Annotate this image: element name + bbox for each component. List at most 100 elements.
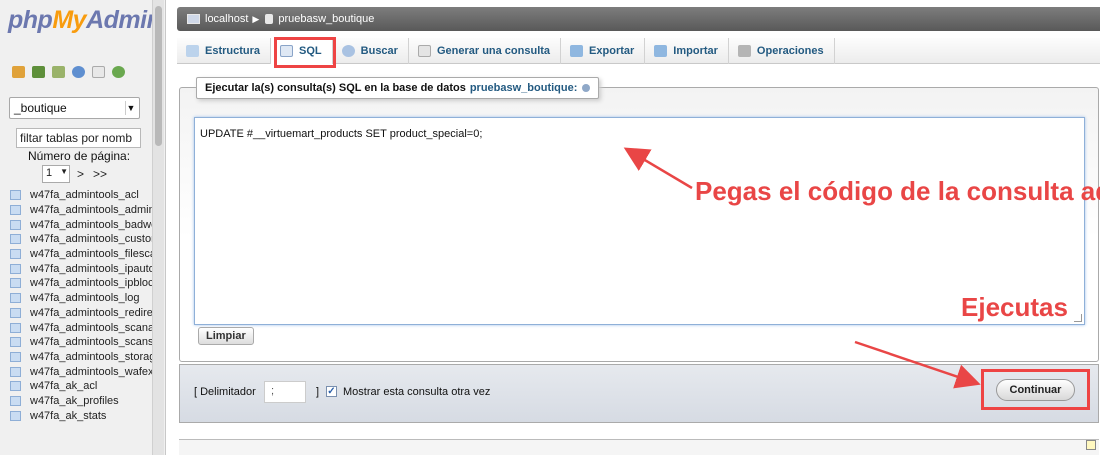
breadcrumb-separator-icon: ▶ (252, 13, 260, 24)
tab-bar: Estructura SQL Buscar Generar una consul… (177, 38, 1100, 64)
table-icon[interactable] (10, 263, 21, 274)
table-row[interactable]: w47fa_admintools_redire (10, 306, 152, 321)
table-icon[interactable] (10, 190, 21, 201)
table-row[interactable]: w47fa_admintools_ipauto (10, 261, 152, 276)
table-icon[interactable] (10, 234, 21, 245)
export-icon (570, 45, 584, 57)
table-name[interactable]: w47fa_admintools_badwo (30, 219, 152, 231)
structure-icon (186, 45, 199, 57)
tab-operations-label: Operaciones (756, 45, 824, 57)
table-icon[interactable] (10, 366, 21, 377)
table-name[interactable]: w47fa_admintools_custor (30, 233, 152, 245)
table-icon[interactable] (10, 322, 21, 333)
phpmyadmin-logo[interactable]: phpMyAdmin (8, 6, 162, 35)
nav-icon-bar (12, 66, 125, 78)
table-row[interactable]: w47fa_admintools_scans (10, 335, 152, 350)
tab-sql-label: SQL (299, 45, 322, 57)
clear-button[interactable]: Limpiar (198, 327, 254, 345)
page-number-label: Número de página: (28, 149, 131, 163)
sql-query-text: UPDATE #__virtuemart_products SET produc… (200, 128, 483, 140)
query-icon[interactable] (52, 66, 65, 78)
help-icon[interactable] (72, 66, 85, 78)
tab-structure[interactable]: Estructura (177, 38, 272, 64)
table-name[interactable]: w47fa_admintools_ipauto (30, 263, 152, 275)
scrollbar-thumb[interactable] (155, 6, 162, 146)
table-row[interactable]: w47fa_ak_profiles (10, 394, 152, 409)
table-filter-input[interactable]: filtar tablas por nomb (16, 128, 141, 148)
tab-operations[interactable]: Operaciones (729, 38, 835, 64)
database-select[interactable]: _boutique ▼ (9, 97, 140, 119)
table-name[interactable]: w47fa_admintools_acl (30, 189, 139, 201)
table-name[interactable]: w47fa_admintools_scans (30, 336, 152, 348)
table-row[interactable]: w47fa_admintools_custor (10, 232, 152, 247)
help-icon[interactable] (582, 84, 591, 92)
table-icon[interactable] (10, 395, 21, 406)
table-name[interactable]: w47fa_ak_stats (30, 410, 106, 422)
sql-icon (280, 45, 294, 57)
table-name[interactable]: w47fa_admintools_log (30, 292, 139, 304)
table-name[interactable]: w47fa_ak_acl (30, 380, 97, 392)
docs-icon[interactable] (92, 66, 105, 78)
table-name[interactable]: w47fa_admintools_storag (30, 351, 152, 363)
table-row[interactable]: w47fa_admintools_badwo (10, 217, 152, 232)
sidebar-scrollbar[interactable] (152, 0, 164, 455)
table-row[interactable]: w47fa_admintools_filesca (10, 247, 152, 262)
logo-php: php (8, 6, 53, 34)
table-name[interactable]: w47fa_admintools_wafex (30, 366, 152, 378)
table-icon[interactable] (10, 249, 21, 260)
tab-import[interactable]: Importar (645, 38, 729, 64)
table-icon[interactable] (10, 219, 21, 230)
table-name[interactable]: w47fa_admintools_admin (30, 204, 152, 216)
table-icon[interactable] (10, 410, 21, 421)
table-name[interactable]: w47fa_admintools_ipbloc (30, 277, 152, 289)
database-icon[interactable] (32, 66, 45, 78)
table-list: w47fa_admintools_acl w47fa_admintools_ad… (10, 188, 152, 423)
sql-query-legend: Ejecutar la(s) consulta(s) SQL en la bas… (196, 77, 600, 99)
resize-grip-icon[interactable] (1074, 314, 1082, 322)
continue-button[interactable]: Continuar (996, 379, 1075, 401)
tab-search[interactable]: Buscar (333, 38, 409, 64)
delimiter-input[interactable]: ; (264, 381, 306, 403)
tab-query-builder[interactable]: Generar una consulta (409, 38, 562, 64)
table-name[interactable]: w47fa_admintools_redire (30, 307, 152, 319)
table-name[interactable]: w47fa_ak_profiles (30, 395, 119, 407)
table-row[interactable]: w47fa_admintools_log (10, 291, 152, 306)
tab-export[interactable]: Exportar (561, 38, 646, 64)
table-row[interactable]: w47fa_admintools_storag (10, 350, 152, 365)
database-icon (265, 14, 274, 24)
table-row[interactable]: w47fa_ak_acl (10, 379, 152, 394)
table-icon[interactable] (10, 307, 21, 318)
table-icon[interactable] (10, 205, 21, 216)
tab-structure-label: Estructura (205, 45, 261, 57)
table-icon[interactable] (10, 337, 21, 348)
breadcrumb-server[interactable]: localhost (205, 13, 248, 25)
table-icon[interactable] (10, 293, 21, 304)
home-icon[interactable] (12, 66, 25, 78)
bottom-bar (179, 439, 1099, 455)
reload-icon[interactable] (112, 66, 125, 78)
show-query-again-checkbox[interactable]: ✓ (326, 386, 337, 397)
table-row[interactable]: w47fa_admintools_acl (10, 188, 152, 203)
page-number-select[interactable]: 1 ▼ (42, 165, 70, 183)
table-row[interactable]: w47fa_ak_stats (10, 408, 152, 423)
next-page-link[interactable]: > (77, 167, 84, 181)
table-icon[interactable] (10, 351, 21, 362)
table-row[interactable]: w47fa_admintools_ipbloc (10, 276, 152, 291)
database-select-value: _boutique (14, 101, 67, 115)
note-icon[interactable] (1086, 440, 1096, 450)
last-page-link[interactable]: >> (93, 167, 107, 181)
tab-sql[interactable]: SQL (271, 38, 333, 64)
table-row[interactable]: w47fa_admintools_admin (10, 203, 152, 218)
sql-query-textarea[interactable]: UPDATE #__virtuemart_products SET produc… (194, 117, 1085, 325)
breadcrumb: localhost ▶ pruebasw_boutique (177, 7, 1100, 31)
table-name[interactable]: w47fa_admintools_scana (30, 322, 152, 334)
table-icon[interactable] (10, 381, 21, 392)
table-row[interactable]: w47fa_admintools_scana (10, 320, 152, 335)
table-row[interactable]: w47fa_admintools_wafex (10, 364, 152, 379)
table-icon[interactable] (10, 278, 21, 289)
legend-database-link[interactable]: pruebasw_boutique: (470, 82, 578, 94)
delimiter-label-close: ] (316, 386, 320, 398)
table-name[interactable]: w47fa_admintools_filesca (30, 248, 152, 260)
show-query-again-label[interactable]: Mostrar esta consulta otra vez (343, 386, 490, 398)
breadcrumb-database[interactable]: pruebasw_boutique (278, 13, 374, 25)
